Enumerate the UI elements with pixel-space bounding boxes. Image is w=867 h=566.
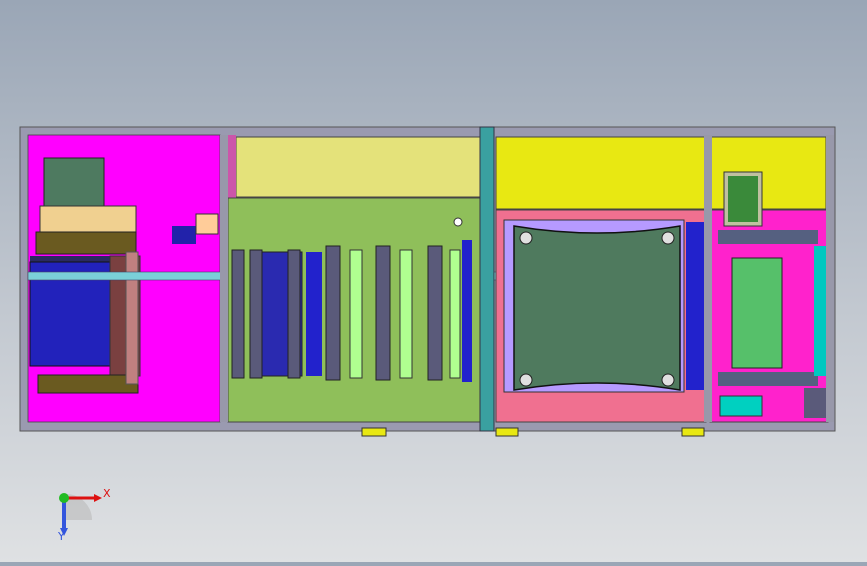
sensor-hole (453, 217, 463, 227)
roller-6 (375, 245, 391, 381)
right-top-panel (495, 136, 707, 210)
roller-8 (427, 245, 443, 381)
motor-bracket (195, 213, 219, 235)
roller-7 (399, 249, 413, 379)
gearbox-housing (43, 157, 105, 207)
roller-1 (231, 249, 245, 379)
roller-9 (449, 249, 461, 379)
tank-foot (804, 388, 826, 418)
tank-cylinder (731, 257, 783, 369)
post-1 (220, 135, 228, 422)
bearing-block-top (35, 231, 137, 255)
post-3 (826, 135, 834, 422)
foot-3 (681, 427, 705, 437)
plate-bolt-tl (519, 231, 533, 245)
assembly-drawing[interactable] (0, 0, 867, 562)
tank-motor-body (728, 176, 758, 222)
roller-belt-2 (306, 252, 322, 376)
tank-clamp-bottom (718, 372, 818, 386)
tank-base-block (719, 395, 763, 417)
plate-bolt-bl (519, 373, 533, 387)
small-motor (172, 226, 196, 244)
x-axis-head (94, 494, 102, 502)
roller-10 (462, 240, 472, 382)
roller-4 (325, 245, 341, 381)
mid-top-panel (235, 136, 481, 198)
plate-bolt-br (661, 373, 675, 387)
tank-clamp-top (718, 230, 818, 244)
module-divider (479, 126, 495, 432)
plate-bolt-tr (661, 231, 675, 245)
y-axis-label: Y (58, 530, 65, 543)
cad-viewport[interactable] (0, 0, 867, 562)
tank-side-rail (814, 246, 828, 376)
press-plate (513, 225, 681, 391)
post-2 (704, 135, 712, 422)
triad-origin (59, 493, 69, 503)
foot-1 (361, 427, 387, 437)
press-side-rail (686, 222, 706, 390)
roller-5 (349, 249, 363, 379)
x-axis-label: X (103, 487, 111, 500)
roller-3 (287, 249, 301, 379)
bearing-block-bottom (37, 374, 139, 394)
foot-2 (495, 427, 519, 437)
coordinate-triad: X Y (48, 484, 118, 544)
roller-2 (249, 249, 263, 379)
roller-set (231, 240, 472, 382)
